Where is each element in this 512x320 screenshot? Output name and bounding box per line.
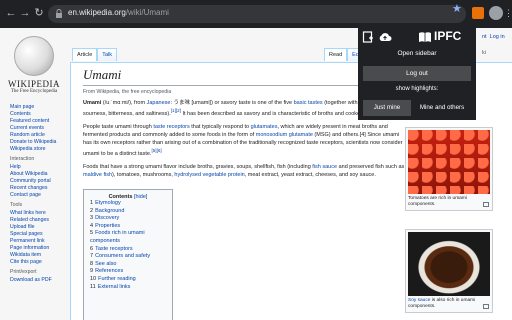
log-out-button[interactable]: Log out (363, 66, 471, 81)
puzzle-globe-icon (14, 36, 54, 76)
sidebar-item[interactable]: Donate to Wikipedia (10, 139, 56, 146)
sidebar-item[interactable]: About Wikipedia (10, 171, 56, 178)
toc-item[interactable]: 11 External links (90, 284, 166, 292)
bookmark-star-icon[interactable]: ★ (452, 2, 462, 15)
table-of-contents: Contents [hide] 1 Etymology 2 Background 3… (83, 189, 173, 320)
toc-item[interactable]: 9 References (90, 268, 166, 276)
tomatoes-image[interactable] (408, 130, 490, 194)
sidebar-item[interactable]: Help (10, 164, 56, 171)
wikipedia-logo[interactable]: WIKIPEDIA The Free Encyclopedia (8, 36, 60, 108)
sidebar-heading: Interaction (10, 156, 35, 162)
add-note-icon[interactable] (362, 31, 374, 43)
sidebar-item[interactable]: Contents (10, 111, 56, 118)
toc-item[interactable]: 8 See also (90, 261, 166, 269)
book-icon (419, 32, 431, 42)
thumbnail-soy-sauce[interactable]: Soy sauce is also rich in umami componen… (405, 229, 493, 313)
page-tabs: Article Talk (72, 48, 118, 61)
toc-item[interactable]: 5 Foods rich in umami components (90, 230, 166, 245)
ipfc-extension-icon[interactable] (472, 7, 484, 19)
sidebar-item[interactable]: Main page (10, 104, 56, 111)
sidebar-heading: Tools (10, 202, 23, 208)
sidebar-item[interactable]: Community portal (10, 178, 56, 185)
sidebar-item[interactable]: Upload file (10, 224, 56, 231)
thumbnail-caption: Tomatoes are rich in umami components. (408, 196, 467, 207)
url-text: en.wikipedia.org/wiki/Umami (68, 8, 169, 17)
logo-tagline: The Free Encyclopedia (10, 89, 58, 94)
profile-avatar[interactable] (489, 6, 503, 20)
page-tagline: From Wikipedia, the free encyclopedia (83, 89, 172, 95)
login-link[interactable]: nt Log in (482, 34, 505, 40)
toc-item[interactable]: 2 Background (90, 208, 166, 216)
toc-item[interactable]: 6 Taste receptors (90, 246, 166, 254)
sidebar-item[interactable]: Page information (10, 245, 56, 252)
address-bar[interactable]: en.wikipedia.org/wiki/Umami (48, 5, 466, 23)
just-mine-toggle[interactable]: Just mine (363, 100, 411, 116)
tab-talk[interactable]: Talk (97, 48, 118, 61)
sidebar-item[interactable]: Download as PDF (10, 277, 56, 284)
toc-item[interactable]: 10 Further reading (90, 276, 166, 284)
toc-item[interactable]: 3 Discovery (90, 215, 166, 223)
ipfc-brand: IPFC (434, 29, 462, 43)
menu-kebab-icon[interactable]: ⋮ (504, 6, 512, 20)
back-icon[interactable]: ← (4, 6, 18, 20)
sidebar-nav: Main page Contents Featured content Curr… (10, 104, 56, 284)
toc-item[interactable]: 7 Consumers and safety (90, 253, 166, 261)
soy-sauce-image[interactable] (408, 232, 490, 296)
ipfc-popup: IPFC Open sidebar Log out show highlight… (358, 28, 476, 120)
sidebar-item[interactable]: Contact page (10, 192, 56, 199)
forward-icon[interactable]: → (18, 6, 32, 20)
sidebar-item[interactable]: Wikidata item (10, 252, 56, 259)
thumbnail-caption: Soy sauce is also rich in umami componen… (408, 298, 476, 309)
paragraph-intro: Umami (/uːˈmɑːmi/), from Japanese: うま味 [… (83, 100, 387, 117)
browser-toolbar: ← → ↻ en.wikipedia.org/wiki/Umami ★ ⋮ (0, 0, 512, 28)
sidebar-item[interactable]: Special pages (10, 231, 56, 238)
sidebar-item[interactable]: Cite this page (10, 259, 56, 266)
sidebar-item[interactable]: Recent changes (10, 185, 56, 192)
sidebar-item[interactable]: Related changes (10, 217, 56, 224)
sidebar-item[interactable]: Wikipedia store (10, 146, 56, 153)
tab-read[interactable]: Read (324, 48, 348, 61)
lock-icon (56, 9, 62, 18)
magnify-icon[interactable] (483, 202, 489, 207)
cloud-upload-icon[interactable] (378, 31, 392, 43)
title-divider (83, 85, 405, 86)
magnify-icon[interactable] (483, 304, 489, 309)
sidebar-item[interactable]: Random article (10, 132, 56, 139)
show-highlights-label: show highlights: (395, 86, 439, 92)
toc-hide-link[interactable]: [hide] (134, 194, 147, 200)
toc-item[interactable]: 4 Properties (90, 223, 166, 231)
logo-title: WIKIPEDIA (8, 79, 60, 89)
page-title: Umami (83, 67, 122, 82)
thumbnail-tomatoes[interactable]: Tomatoes are rich in umami components. (405, 127, 493, 211)
paragraph-foods: Foods that have a strong umami flavor in… (83, 164, 405, 178)
sidebar-heading: Print/export (10, 269, 37, 275)
paragraph-receptors: People taste umami through taste recepto… (83, 124, 403, 157)
tab-article[interactable]: Article (72, 48, 98, 61)
sidebar-item[interactable]: Featured content (10, 118, 56, 125)
sidebar-item[interactable]: Current events (10, 125, 56, 132)
sidebar-item[interactable]: Permanent link (10, 238, 56, 245)
open-sidebar-button[interactable]: Open sidebar (363, 46, 471, 61)
mine-and-others-toggle[interactable]: Mine and others (413, 100, 471, 116)
toc-item[interactable]: 1 Etymology (90, 200, 166, 208)
reload-icon[interactable]: ↻ (32, 6, 46, 20)
search-fragment[interactable]: ki (482, 50, 486, 56)
sidebar-item[interactable]: What links here (10, 210, 56, 217)
